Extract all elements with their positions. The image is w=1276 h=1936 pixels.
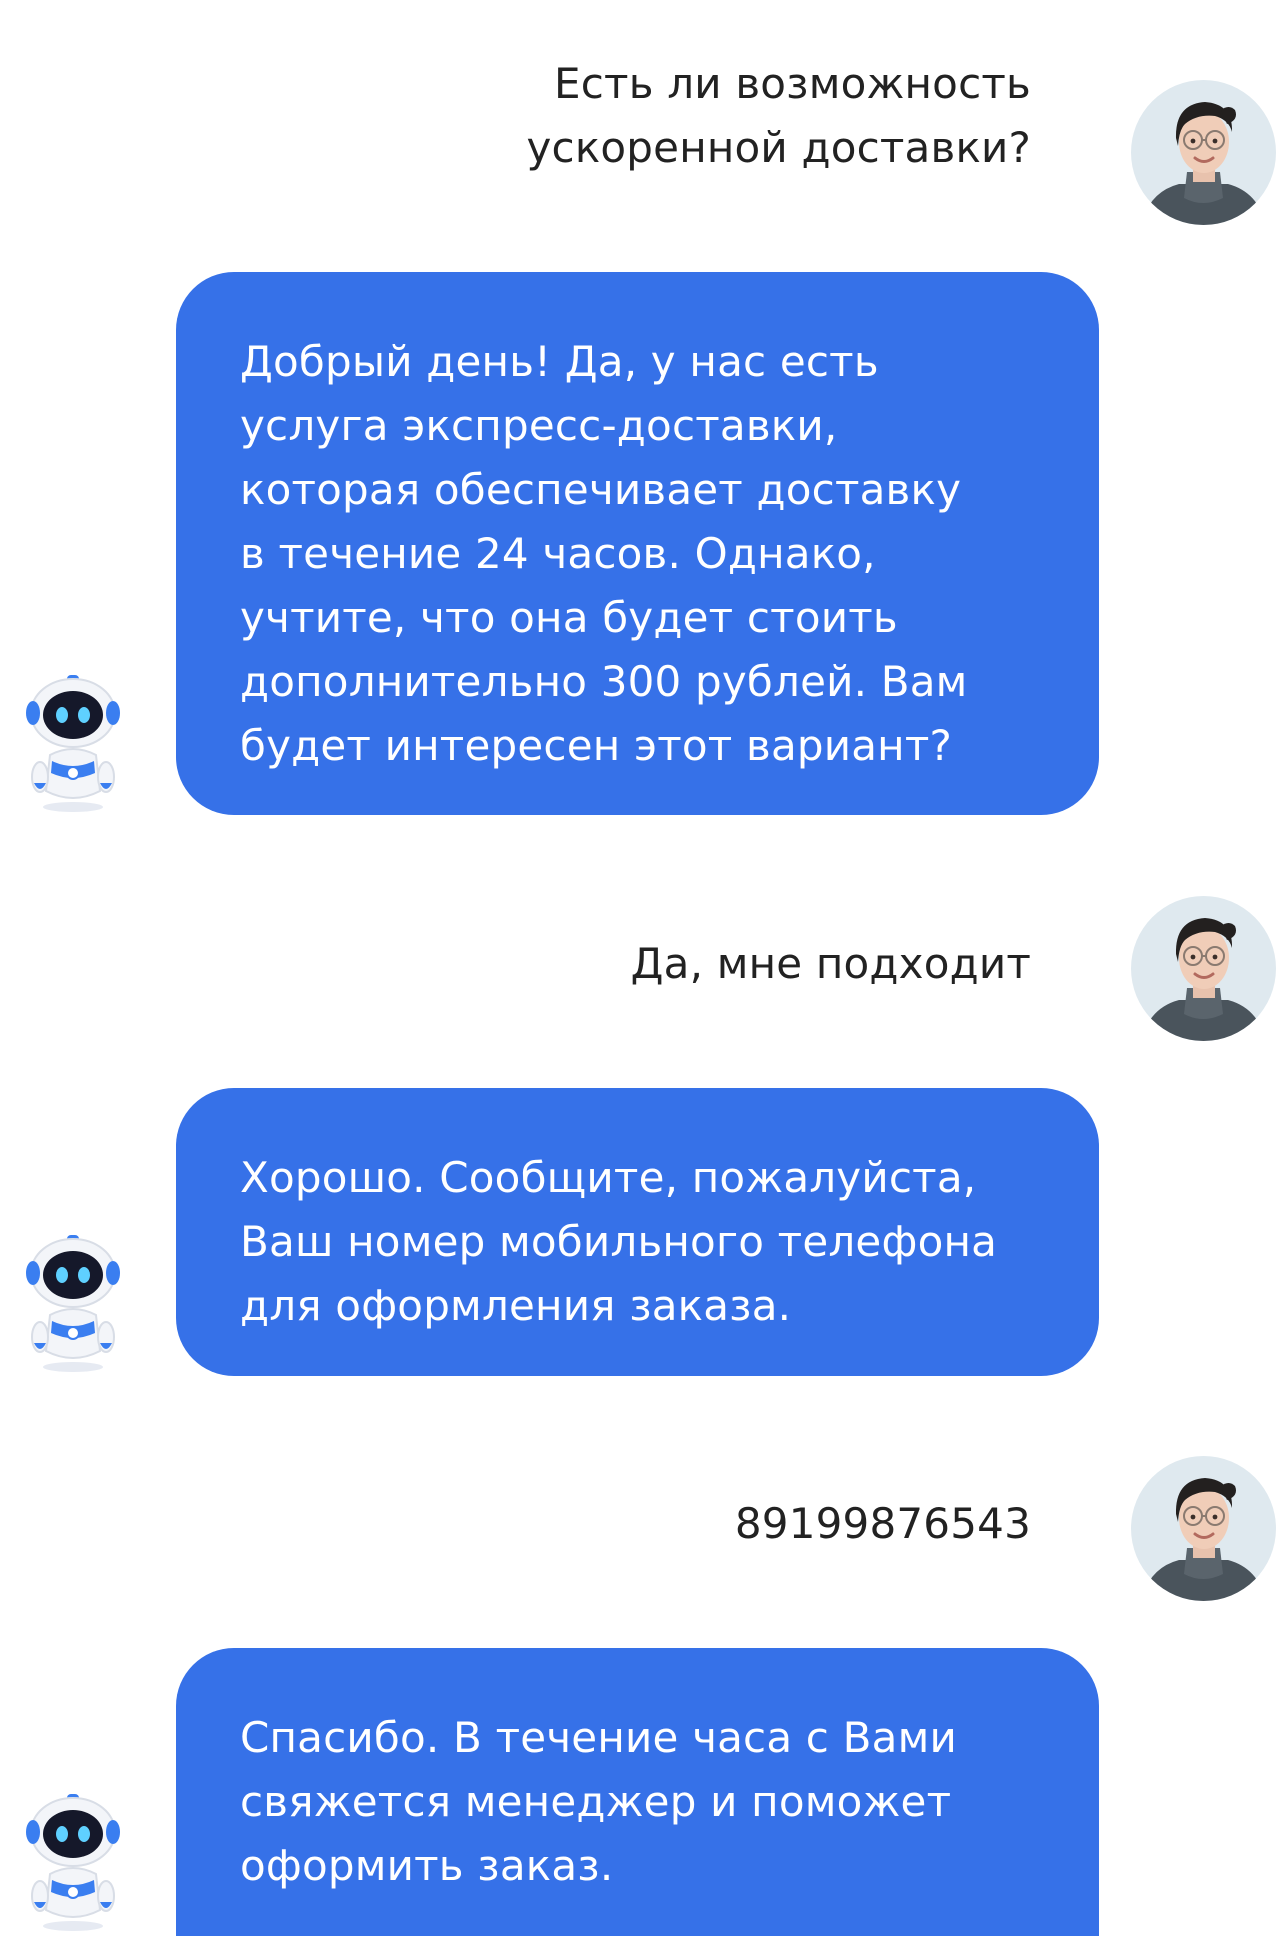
user-message-2: Да, мне подходит	[630, 939, 1031, 988]
user-avatar-icon	[1131, 80, 1276, 225]
user-avatar-icon	[1131, 896, 1276, 1041]
bot-message-3: Спасибо. В течение часа с Вами свяжется …	[176, 1648, 1099, 1936]
user-message-1: Есть ли возможность ускоренной доставки?	[526, 59, 1031, 172]
robot-mascot-icon	[22, 1233, 124, 1373]
user-message-3: 89199876543	[734, 1499, 1031, 1548]
bot-message-1: Добрый день! Да, у нас есть услуга экспр…	[176, 272, 1099, 815]
bot-message-2: Хорошо. Сообщите, пожалуйста, Ваш номер …	[176, 1088, 1099, 1376]
robot-mascot-icon	[22, 673, 124, 813]
robot-mascot-icon	[22, 1792, 124, 1932]
user-avatar-icon	[1131, 1456, 1276, 1601]
